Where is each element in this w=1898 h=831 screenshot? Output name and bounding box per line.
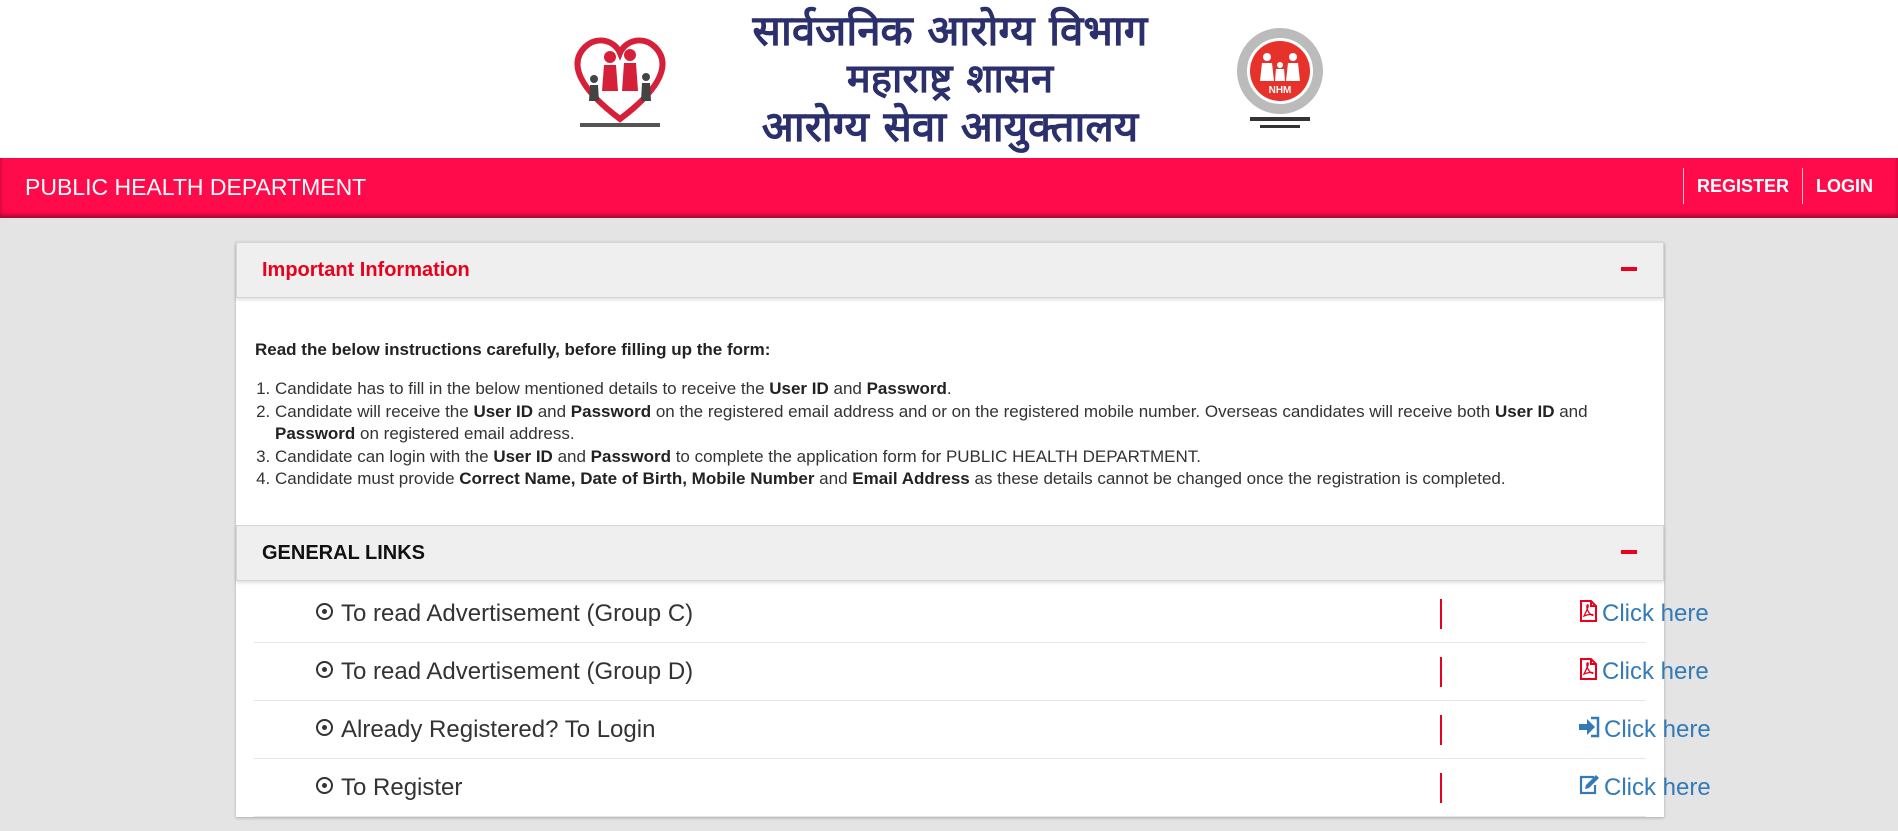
link-row-label: To Register [341,773,463,801]
link-row: To read Advertisement (Group C) Click he… [254,585,1709,643]
group-d-advertisement-link[interactable]: Click here [1578,643,1709,700]
brand-title[interactable]: PUBLIC HEALTH DEPARTMENT [25,158,366,216]
register-link[interactable]: Click here [1578,759,1711,816]
main-container: Important Information Read the below ins… [236,242,1711,817]
banner-line-1: सार्वजनिक आरोग्य विभाग [752,6,1148,55]
link-row-label: To read Advertisement (Group C) [341,599,694,627]
link-row: To read Advertisement (Group D) Click he… [254,643,1709,701]
row-divider [1440,598,1442,629]
login-link[interactable]: Click here [1578,701,1711,758]
link-row: Already Registered? To Login Click here [254,701,1711,759]
header-banner: सार्वजनिक आरोग्य विभाग महाराष्ट्र शासन आ… [0,0,1898,158]
edit-icon [1579,775,1599,795]
row-divider [1440,772,1442,803]
instruction-item: Candidate can login with the User ID and… [275,446,1646,469]
dot-circle-icon [316,602,333,620]
banner-line-2: महाराष्ट्र शासन [846,56,1054,102]
register-nav-link[interactable]: REGISTER [1682,168,1802,204]
login-nav-link[interactable]: LOGIN [1802,168,1886,204]
dot-circle-icon [316,660,333,678]
collapse-minus-icon[interactable] [1621,549,1637,554]
row-divider [1440,656,1442,687]
collapse-minus-icon[interactable] [1621,267,1637,271]
general-links-heading[interactable]: GENERAL LINKS [236,524,1664,581]
sign-in-icon [1579,716,1600,738]
link-row-label: Already Registered? To Login [341,715,656,743]
row-divider [1440,714,1442,745]
pdf-icon [1580,658,1597,681]
general-links-body: To read Advertisement (Group C) Click he… [236,581,1711,817]
general-links-title: GENERAL LINKS [262,541,425,564]
public-health-dept-logo-icon [560,19,680,139]
instruction-item: Candidate will receive the User ID and P… [275,401,1646,446]
instruction-item: Candidate must provide Correct Name, Dat… [275,468,1646,491]
instructions-list: Candidate has to fill in the below menti… [255,378,1646,491]
important-info-title: Important Information [262,259,470,281]
important-info-heading[interactable]: Important Information [236,242,1664,298]
link-row-label: To read Advertisement (Group D) [341,657,694,685]
group-c-advertisement-link[interactable]: Click here [1578,585,1709,642]
dot-circle-icon [316,718,333,736]
dot-circle-icon [316,776,333,794]
pdf-icon [1580,600,1597,623]
instruction-item: Candidate has to fill in the below menti… [275,378,1646,401]
top-navbar: PUBLIC HEALTH DEPARTMENT REGISTER LOGIN [0,158,1898,218]
link-row: To Register Click here [254,759,1711,817]
banner-line-3: आरोग्य सेवा आयुक्तालय [761,102,1139,151]
important-info-body: Read the below instructions carefully, b… [236,298,1664,525]
instructions-lead: Read the below instructions carefully, b… [255,340,771,359]
svg-text:NHM: NHM [1269,85,1292,96]
nhm-maharashtra-logo-icon: NHM [1220,19,1340,139]
